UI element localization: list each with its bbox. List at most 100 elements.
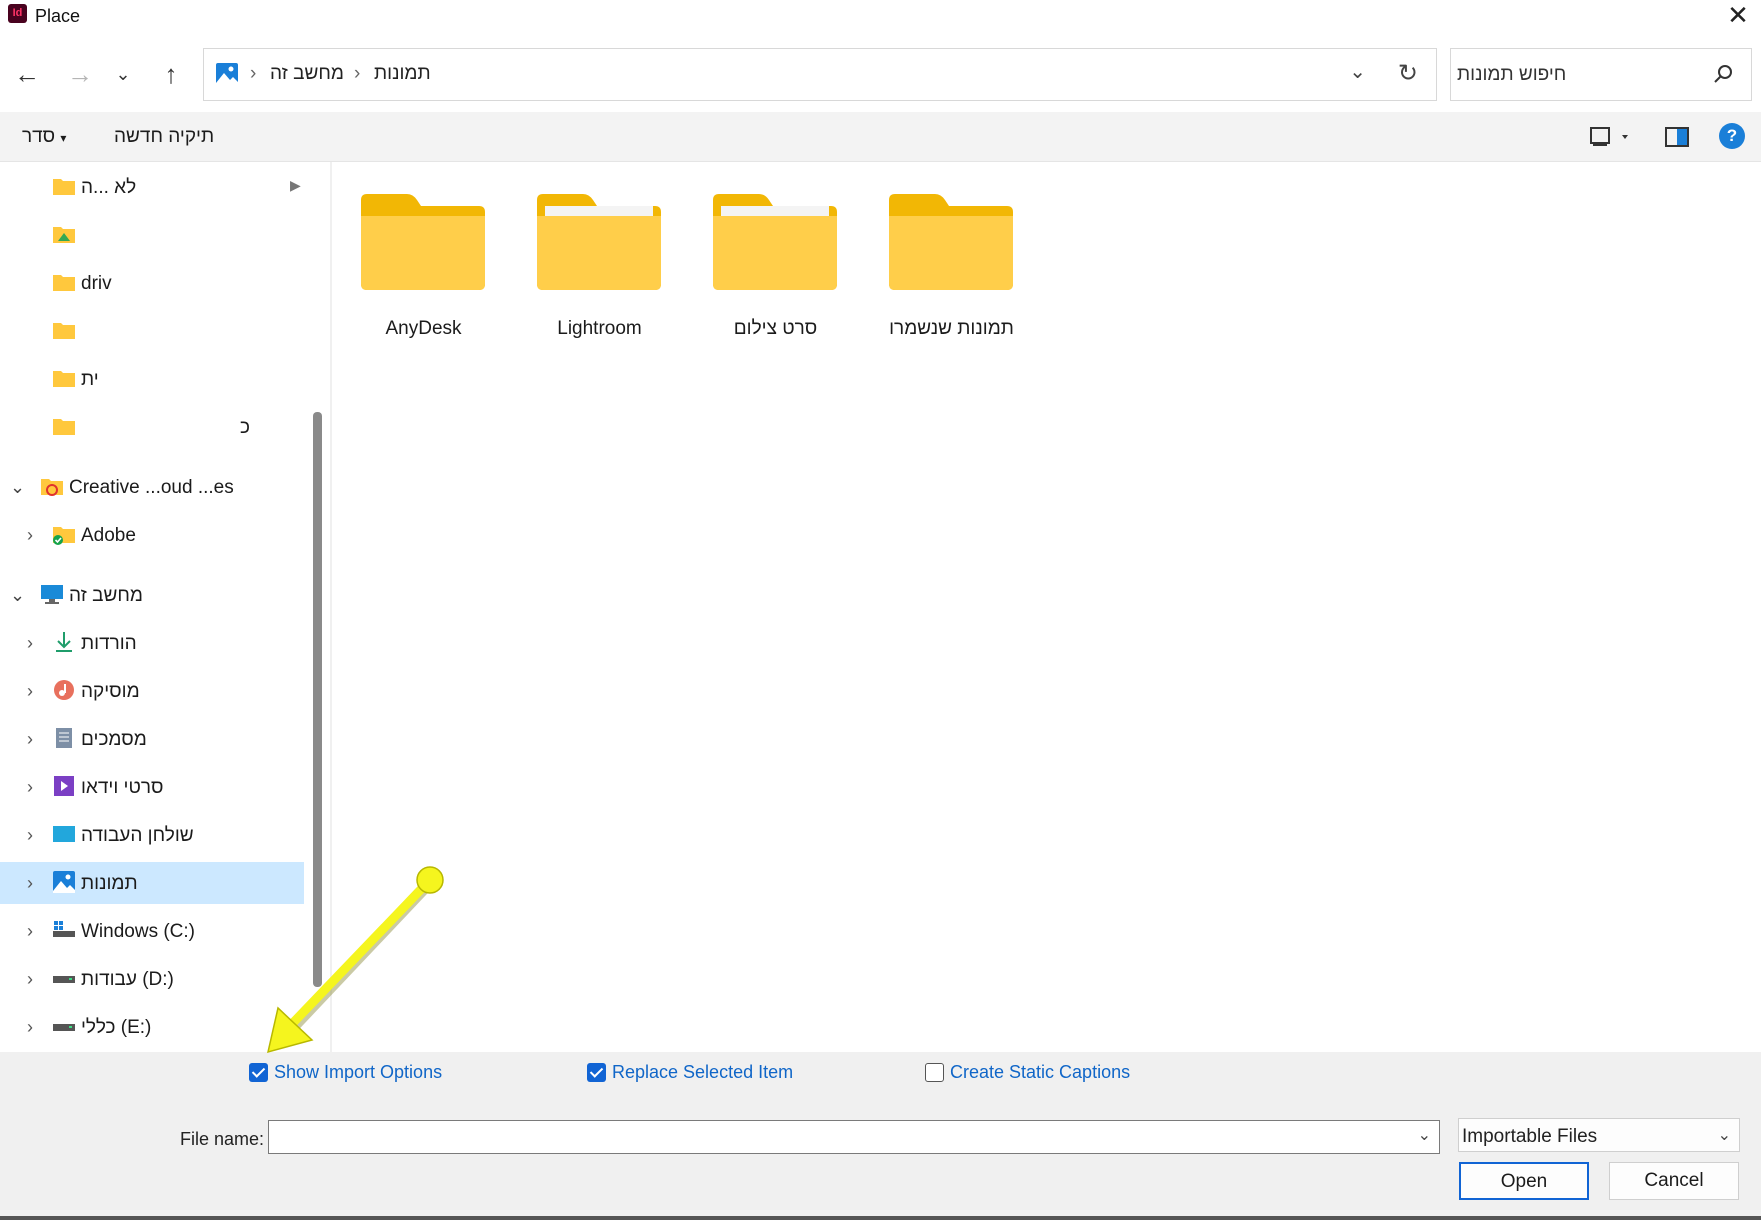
sidebar-scrollbar[interactable]: [313, 412, 322, 987]
checkbox-checked[interactable]: [249, 1063, 268, 1082]
pane-divider[interactable]: [330, 162, 332, 1052]
expand-chevron-icon[interactable]: ›: [22, 525, 38, 546]
expand-chevron-icon[interactable]: ›: [22, 729, 38, 750]
checkbox-checked[interactable]: [587, 1063, 606, 1082]
checkbox-label[interactable]: Show Import Options: [274, 1062, 442, 1083]
sidebar-item-label: הורדות: [81, 633, 137, 654]
sidebar-item-desktop[interactable]: › שולחן העבודה: [0, 814, 304, 856]
organize-menu-button[interactable]: סדר ▾: [22, 126, 66, 148]
sidebar-item-label: כ: [240, 417, 250, 438]
sidebar-item-this-pc[interactable]: ⌄ מחשב זה: [0, 574, 304, 616]
expand-chevron-icon[interactable]: ›: [22, 1017, 38, 1038]
collapse-chevron-icon[interactable]: ⌄: [10, 477, 26, 498]
sidebar-item-drive-e[interactable]: › כללי (E:): [0, 1006, 304, 1048]
up-arrow-icon[interactable]: ↑: [154, 58, 188, 92]
sidebar-item-creative-cloud[interactable]: ⌄ Creative ...oud ...es: [0, 466, 304, 508]
collapse-chevron-icon[interactable]: ⌄: [10, 585, 26, 606]
file-name-combobox[interactable]: ⌄: [268, 1120, 1440, 1154]
breadcrumb-pictures[interactable]: תמונות: [374, 63, 431, 85]
sidebar-item-folder-6[interactable]: כ: [0, 406, 304, 448]
forward-arrow-icon[interactable]: →: [63, 58, 97, 92]
sidebar-item-label: ית: [81, 369, 99, 390]
preview-pane-icon[interactable]: [1664, 124, 1690, 150]
folder-icon: [889, 194, 1013, 290]
back-arrow-icon[interactable]: ←: [10, 58, 44, 92]
close-icon[interactable]: ✕: [1723, 2, 1753, 30]
folder-tile[interactable]: תמונות שנשמרו: [864, 192, 1014, 342]
sidebar-item-label: Adobe: [81, 525, 136, 546]
change-view-icon[interactable]: [1590, 124, 1632, 150]
expand-chevron-icon[interactable]: ›: [22, 873, 38, 894]
expand-chevron-icon[interactable]: ▶: [290, 177, 301, 194]
checkbox-label[interactable]: Replace Selected Item: [612, 1062, 793, 1083]
title-bar: Id Place ✕: [0, 0, 1761, 34]
sidebar-item-folder-1[interactable]: לא ...ה ▶: [0, 166, 304, 208]
sidebar-item-folder-drive[interactable]: driv: [0, 262, 304, 304]
refresh-icon[interactable]: ↻: [1398, 59, 1418, 88]
file-type-select[interactable]: Importable Files ⌄: [1458, 1118, 1740, 1152]
expand-chevron-icon[interactable]: ›: [22, 633, 38, 654]
sidebar-item-documents[interactable]: › מסמכים: [0, 718, 304, 760]
address-history-chevron-icon[interactable]: ⌄: [1349, 59, 1366, 84]
checkbox-unchecked[interactable]: [925, 1063, 944, 1082]
folder-tile[interactable]: סרט צילום: [688, 192, 838, 342]
sidebar-item-pictures[interactable]: › תמונות: [0, 862, 304, 904]
folder-tile[interactable]: AnyDesk: [336, 192, 486, 342]
search-icon[interactable]: [1711, 62, 1735, 86]
sidebar-item-folder-5[interactable]: ית: [0, 358, 304, 400]
window-title: Place: [35, 6, 81, 26]
sidebar-item-label: לא ...ה: [81, 177, 137, 198]
sidebar-item-music[interactable]: › מוסיקה: [0, 670, 304, 712]
windows-drive-icon: [53, 921, 75, 937]
indesign-app-icon: Id: [8, 4, 27, 23]
videos-icon: [54, 776, 74, 796]
expand-chevron-icon[interactable]: ›: [22, 777, 38, 798]
open-button[interactable]: Open: [1459, 1162, 1589, 1200]
breadcrumb-this-pc[interactable]: מחשב זה: [270, 63, 344, 85]
folder-name: סרט צילום: [733, 318, 818, 339]
sidebar-item-folder-4[interactable]: [0, 310, 304, 352]
search-input[interactable]: [1457, 62, 1697, 88]
search-box[interactable]: [1450, 48, 1752, 101]
sidebar-item-adobe[interactable]: › Adobe: [0, 514, 304, 556]
folder-icon: [537, 194, 661, 290]
sidebar-item-downloads[interactable]: › הורדות: [0, 622, 304, 664]
sidebar-item-label: תמונות: [81, 873, 138, 894]
sidebar-item-label: סרטי וידאו: [81, 777, 164, 798]
organize-label: סדר: [22, 126, 56, 147]
recent-locations-chevron-icon[interactable]: ⌄: [108, 58, 138, 92]
breadcrumb-separator: ›: [250, 63, 257, 84]
file-type-value: Importable Files: [1462, 1126, 1598, 1147]
taskbar-edge: [0, 1216, 1761, 1220]
expand-chevron-icon[interactable]: ›: [22, 681, 38, 702]
dropdown-caret-icon: ▾: [60, 131, 67, 145]
sidebar-item-label: מסמכים: [81, 729, 147, 750]
sidebar-item-folder-2[interactable]: [0, 214, 304, 256]
expand-chevron-icon[interactable]: ›: [22, 921, 38, 942]
folder-name: AnyDesk: [385, 318, 462, 339]
dialog-footer: File name: ⌄ Importable Files ⌄ Open Can…: [0, 1092, 1761, 1220]
sidebar-item-label: driv: [81, 273, 112, 294]
address-bar[interactable]: › מחשב זה › תמונות ⌄ ↻: [203, 48, 1437, 101]
expand-chevron-icon[interactable]: ›: [22, 969, 38, 990]
sidebar-item-label: Windows (C:): [81, 921, 196, 942]
pictures-location-icon: [216, 63, 238, 85]
file-list-view[interactable]: AnyDesk Lightroom סרט צילום תמונות שנשמר…: [336, 162, 1761, 1052]
file-name-input[interactable]: [275, 1126, 1395, 1148]
chevron-down-icon[interactable]: ⌄: [1418, 1125, 1431, 1145]
cancel-button[interactable]: Cancel: [1609, 1162, 1739, 1200]
folder-tile[interactable]: Lightroom: [512, 192, 662, 342]
checkbox-label[interactable]: Create Static Captions: [950, 1062, 1130, 1083]
sidebar-item-label: עבודות (D:): [81, 969, 174, 990]
music-icon: [54, 680, 74, 700]
chevron-down-icon[interactable]: ⌄: [1718, 1125, 1731, 1145]
sidebar-item-videos[interactable]: › סרטי וידאו: [0, 766, 304, 808]
help-icon[interactable]: ?: [1719, 123, 1745, 149]
sidebar-item-drive-c[interactable]: › Windows (C:): [0, 910, 304, 952]
new-folder-button[interactable]: תיקיה חדשה: [114, 126, 214, 148]
synced-folder-icon: [53, 527, 75, 545]
command-bar: סדר ▾ תיקיה חדשה ?: [0, 112, 1761, 162]
sidebar-item-drive-d[interactable]: › עבודות (D:): [0, 958, 304, 1000]
expand-chevron-icon[interactable]: ›: [22, 825, 38, 846]
drive-icon: [53, 976, 75, 983]
